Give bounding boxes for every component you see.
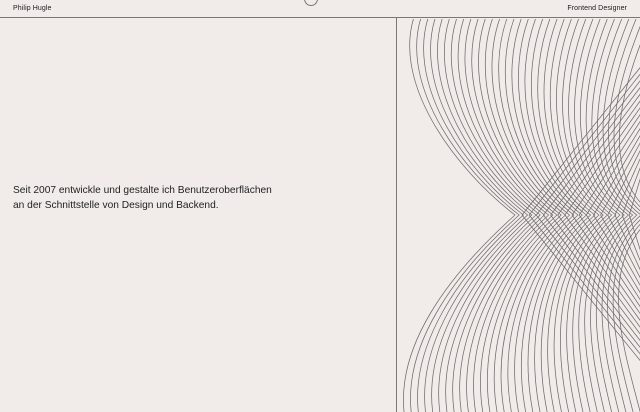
- intro-text: Seit 2007 entwickle und gestalte ich Ben…: [13, 183, 303, 213]
- role-title: Frontend Designer: [567, 5, 627, 12]
- site-name-link[interactable]: Philip Hugle: [13, 5, 52, 12]
- line-art-pattern: [403, 19, 640, 412]
- art-curve: [410, 19, 520, 412]
- intro-line-2: an der Schnittstelle von Design und Back…: [13, 200, 219, 211]
- menu-toggle-circle-icon[interactable]: [304, 0, 318, 6]
- intro-line-1: Seit 2007 entwickle und gestalte ich Ben…: [13, 185, 272, 196]
- site-header: Philip Hugle Frontend Designer: [0, 0, 640, 18]
